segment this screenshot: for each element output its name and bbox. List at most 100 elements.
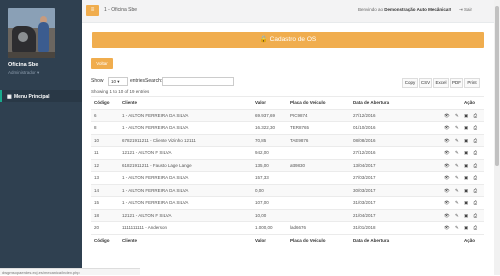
client-name: 1 - AILTON FERREIRA DA SILVA — [122, 175, 189, 180]
status-url: dwgmsopaerdes.ecj.es/mecanica/index.php — [0, 268, 140, 275]
table-row: 15 1 - AILTON FERREIRA DA SILVA 107,00 31/0… — [91, 196, 484, 209]
os-value: 942,00 — [255, 150, 269, 155]
os-code: 10 — [94, 137, 100, 143]
os-code: 12 — [94, 162, 100, 168]
os-code: 11 — [94, 150, 99, 155]
row-action-icons[interactable]: 👁 ✎ ▣ ⎙ — [444, 213, 479, 219]
column-header[interactable]: Ação — [464, 238, 475, 243]
lock-icon: 🔒 — [259, 36, 268, 43]
excel-button[interactable]: Excel — [433, 78, 449, 88]
opening-date: 30/03/2017 — [353, 187, 376, 193]
row-action-icons[interactable]: 👁 ✎ ▣ ⎙ — [444, 138, 479, 144]
opening-date: 08/08/2016 — [353, 137, 376, 143]
vehicle-plate: att9830 — [290, 162, 306, 168]
vehicle-plate: lad6676 — [290, 225, 307, 230]
row-action-icons[interactable]: 👁 ✎ ▣ ⎙ — [444, 163, 479, 169]
welcome-message: Benvindo ao Demonstração Auto Mecânica!! — [358, 7, 452, 12]
table-row: 20 1111111111 - Anderson 1.000,00 lad6676 31… — [91, 221, 484, 234]
client-name: 12121 - AILTON F SILVA — [122, 212, 172, 218]
client-name: 1111111111 - Anderson — [122, 225, 168, 230]
client-name: 61821911211 - Fausto Lage Lange — [122, 162, 192, 168]
os-value: 0,00 — [255, 187, 264, 193]
vehicle-plate: PIC9874 — [290, 112, 308, 118]
column-header[interactable]: Valor — [255, 100, 266, 105]
table-row: 8 1 - AILTON FERREIRA DA SILVA 16.322,30 TE… — [91, 121, 484, 134]
column-header[interactable]: Código — [94, 238, 110, 243]
logout-link[interactable]: ⇥ Sair — [459, 7, 472, 13]
sidebar-item-menu-principal[interactable]: ▦ Menu Principal — [0, 90, 82, 102]
os-code: 15 — [94, 200, 100, 205]
table-row: 18 12121 - AILTON F SILVA 10,00 21/04/2017 👁… — [91, 208, 484, 221]
os-code: 13 — [94, 175, 100, 180]
page-title: 🔒 Cadastro de OS — [92, 32, 484, 48]
opening-date: 31/03/2017 — [353, 200, 376, 205]
copy-button[interactable]: Copy — [402, 78, 418, 88]
user-role-dropdown[interactable]: Administrador ▾ — [8, 70, 39, 76]
os-code: 14 — [94, 187, 100, 193]
column-header[interactable]: Código — [94, 100, 110, 105]
print-button[interactable]: Print — [464, 78, 480, 88]
logout-icon: ⇥ — [459, 7, 463, 12]
sidebar: Oficina Sbe Administrador ▾ ▦ Menu Princ… — [0, 0, 82, 275]
menu-toggle-button[interactable]: ≡ — [86, 5, 99, 16]
search-input[interactable] — [162, 77, 234, 86]
os-code: 18 — [94, 212, 100, 218]
row-action-icons[interactable]: 👁 ✎ ▣ ⎙ — [444, 113, 479, 119]
os-value: 157,33 — [255, 175, 269, 180]
os-value: 10,00 — [255, 212, 267, 218]
opening-date: 13/04/2017 — [353, 162, 376, 168]
column-header[interactable]: Cliente — [122, 238, 137, 243]
table-row: 14 1 - AILTON FERREIRA DA SILVA 0,00 30/03/… — [91, 183, 484, 196]
page-length-select[interactable]: 10 ▾ — [108, 77, 128, 86]
os-value: 1.000,00 — [255, 225, 273, 230]
table-row: 6 1 - AILTON FERREIRA DA SILVA 69.937,69 PI… — [91, 108, 484, 121]
vehicle-plate: TER8765 — [290, 125, 310, 130]
client-name: 1 - AILTON FERREIRA DA SILVA — [122, 200, 189, 205]
back-button[interactable]: Voltar — [91, 58, 113, 69]
pdf-button[interactable]: PDF — [450, 78, 463, 88]
table-row: 11 12121 - AILTON F SILVA 942,00 27/12/2016… — [91, 146, 484, 159]
column-header[interactable]: Data de Abertura — [353, 100, 389, 105]
table-info: Showing 1 to 10 of 19 entries — [91, 89, 150, 94]
dashboard-icon: ▦ — [7, 93, 12, 100]
csv-button[interactable]: CSV — [419, 78, 432, 88]
table-footer: Código Cliente Valor Placa do Veículo Data d… — [91, 233, 484, 247]
scrollbar[interactable] — [494, 0, 500, 275]
os-value: 16.322,30 — [255, 125, 276, 130]
opening-date: 27/03/2017 — [353, 175, 376, 180]
client-name: 1 - AILTON FERREIRA DA SILVA — [122, 187, 189, 193]
column-header[interactable]: Ação — [464, 100, 475, 105]
os-code: 8 — [94, 125, 97, 130]
client-name: 1 - AILTON FERREIRA DA SILVA — [122, 125, 189, 130]
column-header[interactable]: Cliente — [122, 100, 137, 105]
opening-date: 27/12/2016 — [353, 112, 376, 118]
os-code: 20 — [94, 225, 100, 230]
show-label: Show — [91, 78, 104, 84]
avatar[interactable] — [8, 8, 55, 58]
entries-search-label: entriesSearch: — [130, 78, 163, 84]
os-value: 107,00 — [255, 200, 269, 205]
column-header[interactable]: Valor — [255, 238, 266, 243]
opening-date: 01/10/2016 — [353, 125, 376, 130]
row-action-icons[interactable]: 👁 ✎ ▣ ⎙ — [444, 150, 479, 156]
row-action-icons[interactable]: 👁 ✎ ▣ ⎙ — [444, 175, 479, 181]
os-value: 135,00 — [255, 162, 269, 168]
row-action-icons[interactable]: 👁 ✎ ▣ ⎙ — [444, 125, 479, 131]
os-value: 69.937,69 — [255, 112, 276, 118]
opening-date: 27/12/2016 — [353, 150, 376, 155]
client-name: 67821911211 - Cliente Vizinho 12111 — [122, 137, 196, 143]
column-header[interactable]: Placa do Veículo — [290, 238, 326, 243]
user-name: Oficina Sbe — [8, 62, 39, 68]
row-action-icons[interactable]: 👁 ✎ ▣ ⎙ — [444, 188, 479, 194]
row-action-icons[interactable]: 👁 ✎ ▣ ⎙ — [444, 225, 479, 231]
client-name: 12121 - AILTON F SILVA — [122, 150, 172, 155]
opening-date: 31/01/2018 — [353, 225, 376, 230]
column-header[interactable]: Placa do Veículo — [290, 100, 326, 105]
column-header[interactable]: Data de Abertura — [353, 238, 389, 243]
brand-title: 1 - Oficina Sbe — [104, 7, 138, 13]
table-row: 12 61821911211 - Fausto Lage Lange 135,00 a… — [91, 158, 484, 171]
os-value: 70,85 — [255, 137, 267, 143]
opening-date: 21/04/2017 — [353, 212, 376, 218]
row-action-icons[interactable]: 👁 ✎ ▣ ⎙ — [444, 200, 479, 206]
table-row: 13 1 - AILTON FERREIRA DA SILVA 157,33 27/0… — [91, 171, 484, 184]
